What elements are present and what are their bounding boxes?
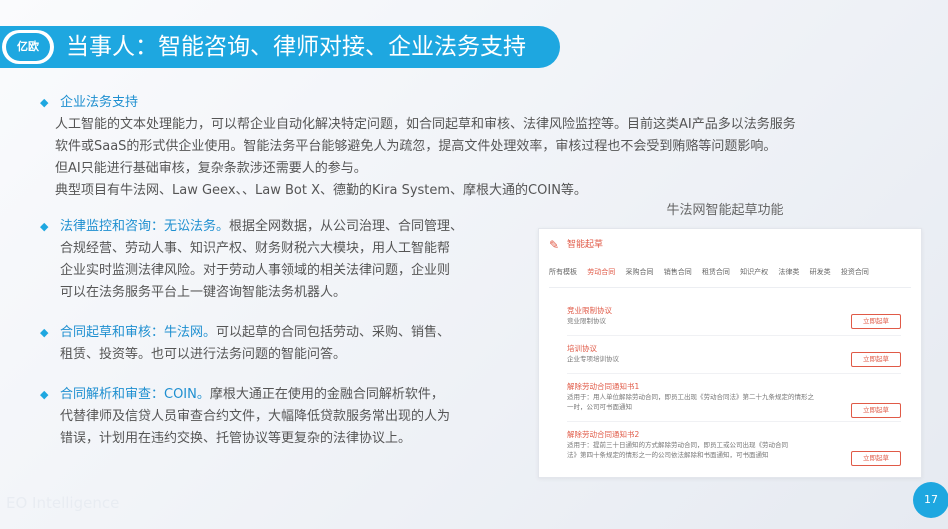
body-line: 软件或SaaS的形式供企业使用。智能法务平台能够避免人为疏忽，提高文件处理效率，… [55,139,777,154]
tab-sales-contract[interactable]: 销售合同 [664,267,692,277]
brand-logo: 亿欧 [2,30,54,64]
tab-legal[interactable]: 法律类 [778,267,799,277]
tab-lease-contract[interactable]: 租赁合同 [702,267,730,277]
diamond-bullet-icon: ◆ [40,220,49,233]
template-item: 竞业限制协议 竞业限制协议 立即起草 [567,305,901,336]
section-lead: 合同起草和审核：牛法网。 [60,325,217,340]
diamond-bullet-icon: ◆ [40,388,49,401]
footer-watermark: EO Intelligence [6,494,120,512]
tabs-divider [549,287,911,288]
tab-all-templates[interactable]: 所有模板 [549,267,577,277]
body-line: 代替律师及信贷人员审查合约文件，大幅降低贷款服务常出现的人为 [60,409,451,424]
draft-now-button[interactable]: 立即起草 [851,451,901,466]
template-item: 解除劳动合同通知书2 适用于：提前三十日通知的方式解除劳动合同，即员工或公司出现… [567,429,901,469]
panel-title: 智能起草 [567,240,604,250]
body-line: 租赁、投资等。也可以进行法务问题的智能问答。 [60,347,347,362]
body-line: 可以在法务服务平台上一键咨询智能法务机器人。 [60,285,347,300]
section-heading: 企业法务支持 [60,95,139,110]
smart-drafting-panel: ✎ 智能起草 所有模板 劳动合同 采购合同 销售合同 租赁合同 知识产权 法律类… [538,228,922,478]
body-line: 错误，计划用在违约交换、托管协议等更复杂的法律协议上。 [60,431,412,446]
body-line: 典型项目有牛法网、Law Geex、、Law Bot X、德勤的Kira Sys… [55,183,587,198]
template-title[interactable]: 解除劳动合同通知书2 [567,429,901,440]
draft-now-button[interactable]: 立即起草 [851,352,901,367]
section-lead: 法律监控和咨询：无讼法务。 [60,219,230,234]
row-divider [567,421,901,422]
page-title: 当事人：智能咨询、律师对接、企业法务支持 [66,34,526,60]
row-divider [567,335,901,336]
draft-now-button[interactable]: 立即起草 [851,314,901,329]
section-paragraph: 合同起草和审核：牛法网。可以起草的合同包括劳动、采购、销售、 租赁、投资等。也可… [60,322,500,366]
draft-now-button[interactable]: 立即起草 [851,403,901,418]
template-item: 培训协议 企业专项培训协议 立即起草 [567,343,901,374]
body-line: 但AI只能进行基础审核，复杂条款涉还需要人的参与。 [55,161,367,176]
section-paragraph: 法律监控和咨询：无讼法务。根据全网数据，从公司治理、合同管理、 合规经营、劳动人… [60,216,500,304]
tab-rnd[interactable]: 研发类 [810,267,831,277]
template-title[interactable]: 解除劳动合同通知书1 [567,381,901,392]
section-paragraph: 合同解析和审查：COIN。摩根大通正在使用的金融合同解析软件， 代替律师及信贷人… [60,384,500,450]
section-body: 人工智能的文本处理能力，可以帮企业自动化解决特定问题，如合同起草和审核、法律风险… [55,114,875,202]
body-line: 人工智能的文本处理能力，可以帮企业自动化解决特定问题，如合同起草和审核、法律风险… [55,117,796,132]
logo-text: 亿欧 [6,33,50,61]
body-line: 根据全网数据，从公司治理、合同管理、 [229,219,464,234]
tab-labor-contract[interactable]: 劳动合同 [587,267,615,277]
template-item: 解除劳动合同通知书1 适用于：用人单位解除劳动合同，即员工出现《劳动合同法》第二… [567,381,901,422]
template-category-tabs: 所有模板 劳动合同 采购合同 销售合同 租赁合同 知识产权 法律类 研发类 投资… [549,267,911,283]
body-line: 企业实时监测法律风险。对于劳动人事领域的相关法律问题，企业则 [60,263,451,278]
diamond-bullet-icon: ◆ [40,326,49,339]
section-lead: 合同解析和审查：COIN。 [60,387,210,402]
tab-purchase-contract[interactable]: 采购合同 [625,267,653,277]
body-line: 合规经营、劳动人事、知识产权、财务财税六大模块，用人工智能帮 [60,241,451,256]
tab-investment-contract[interactable]: 投资合同 [841,267,869,277]
tab-intellectual-property[interactable]: 知识产权 [740,267,768,277]
body-line: 摩根大通正在使用的金融合同解析软件， [209,387,444,402]
diamond-bullet-icon: ◆ [40,96,49,109]
page-number: 17 [913,482,948,518]
figure-caption: 牛法网智能起草功能 [666,203,784,218]
body-line: 可以起草的合同包括劳动、采购、销售、 [216,325,451,340]
row-divider [567,373,901,374]
pencil-icon: ✎ [549,238,560,252]
